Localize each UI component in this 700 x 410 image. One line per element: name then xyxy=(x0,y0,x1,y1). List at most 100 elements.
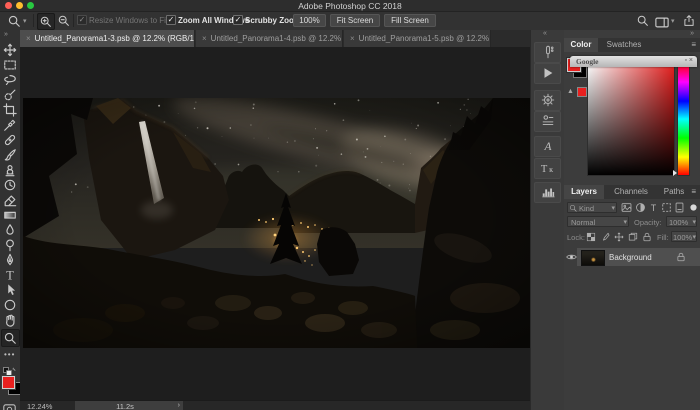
histogram-panel-button[interactable] xyxy=(534,182,561,203)
navigator-panel-button[interactable] xyxy=(534,90,561,111)
canvas-area[interactable] xyxy=(20,47,530,400)
tool-history-brush[interactable] xyxy=(3,178,17,192)
google-window-controls[interactable]: ▫ × xyxy=(684,57,693,64)
window-title: Adobe Photoshop CC 2018 xyxy=(0,1,700,11)
opacity-dropdown[interactable]: 100% ▾ xyxy=(666,216,697,227)
edit-toolbar-ellipsis[interactable]: ••• xyxy=(4,350,15,359)
layer-lock-icon[interactable] xyxy=(676,252,686,262)
tab-paths[interactable]: Paths xyxy=(658,185,690,199)
zoom-in-icon xyxy=(39,15,52,28)
lock-pixels-icon[interactable] xyxy=(600,232,610,242)
opacity-value: 100% xyxy=(669,218,688,227)
tab-swatches[interactable]: Swatches xyxy=(600,38,648,52)
saturation-brightness-field[interactable] xyxy=(588,63,674,175)
tool-blur[interactable] xyxy=(3,223,17,237)
fit-screen-button[interactable]: Fit Screen xyxy=(330,14,380,27)
gamut-swatch[interactable] xyxy=(577,87,587,97)
chevron-down-icon: ▾ xyxy=(611,204,615,212)
tool-ellipse-shape[interactable] xyxy=(3,298,17,312)
glyphs-panel-button[interactable]: Tĸ xyxy=(534,158,561,179)
color-panel-menu-icon[interactable]: ≡ xyxy=(691,42,696,48)
layer-row-background[interactable]: Background xyxy=(564,248,700,266)
tab-layers[interactable]: Layers xyxy=(564,185,604,199)
hue-slider-arrow[interactable] xyxy=(673,170,677,176)
lock-label: Lock: xyxy=(567,233,585,242)
close-tab-icon[interactable]: × xyxy=(20,34,35,43)
color-panel-body: ▲ xyxy=(564,52,700,207)
tool-eyedropper[interactable] xyxy=(3,118,17,132)
visibility-eye-icon[interactable] xyxy=(566,253,577,261)
tool-dodge[interactable] xyxy=(3,238,17,252)
tool-gradient[interactable] xyxy=(3,208,17,222)
actions-panel-button[interactable] xyxy=(534,63,561,84)
collapse-tools-chevron[interactable]: » xyxy=(4,31,8,38)
lock-artboard-icon[interactable] xyxy=(628,232,638,242)
tab-title: Untitled_Panorama1-3.psb @ 12.2% (RGB/16… xyxy=(35,34,195,43)
tab-color[interactable]: Color xyxy=(564,38,598,52)
collapse-panels-chevron[interactable]: » xyxy=(690,30,694,37)
character-panel-button[interactable]: A xyxy=(534,136,561,157)
tool-type[interactable]: T xyxy=(3,268,17,282)
tool-move[interactable] xyxy=(3,43,17,57)
blend-mode-dropdown[interactable]: Normal ▾ xyxy=(567,216,629,227)
filter-adjustment-layers-icon[interactable] xyxy=(635,202,646,213)
panel-group: » Color Swatches ≡ ▲ Layers Channels Pat… xyxy=(564,30,700,410)
histogram-icon xyxy=(541,185,555,199)
filter-smart-objects-icon[interactable] xyxy=(674,202,685,213)
tool-zoom-selected[interactable] xyxy=(1,329,20,347)
hue-slider[interactable] xyxy=(678,63,689,175)
status-timing: 11.2s xyxy=(75,402,175,410)
status-info-field: 11.2s › xyxy=(75,401,183,410)
resize-windows-label: Resize Windows to Fit xyxy=(89,16,168,25)
tool-clone-stamp[interactable] xyxy=(3,163,17,177)
filter-shape-layers-icon[interactable] xyxy=(661,202,672,213)
filter-type-layers-icon[interactable]: T xyxy=(648,202,659,213)
photoshop-window: Adobe Photoshop CC 2018 ▾ ✓ Resize Windo… xyxy=(0,0,700,410)
tab-panorama1-3[interactable]: ×Untitled_Panorama1-3.psb @ 12.2% (RGB/1… xyxy=(20,30,195,47)
tool-hand[interactable] xyxy=(3,313,17,327)
gamut-warning-icon[interactable]: ▲ xyxy=(567,88,574,95)
foreground-color-swatch[interactable] xyxy=(2,376,15,389)
resize-windows-checkbox[interactable]: ✓ xyxy=(77,15,87,25)
clone-source-panel-button[interactable] xyxy=(534,111,561,132)
layers-panel-menu-icon[interactable]: ≡ xyxy=(691,189,696,195)
brush-settings-icon xyxy=(541,45,555,59)
expand-dock-chevron[interactable]: « xyxy=(543,30,547,37)
status-zoom-level[interactable]: 12.24% xyxy=(27,402,52,410)
tool-eraser[interactable] xyxy=(3,193,17,207)
brush-settings-panel-button[interactable] xyxy=(534,42,561,63)
lock-position-icon[interactable] xyxy=(614,232,624,242)
layer-filter-dropdown[interactable]: Kind ▾ xyxy=(567,202,617,213)
quick-mask-icon[interactable] xyxy=(3,402,16,410)
filter-pixel-layers-icon[interactable] xyxy=(621,202,632,213)
google-overlay-window[interactable]: Google ▫ × xyxy=(570,56,697,67)
lock-transparency-icon[interactable] xyxy=(586,232,596,242)
tool-quick-selection[interactable] xyxy=(3,88,17,102)
tab-panorama1-4[interactable]: ×Untitled_Panorama1-4.psb @ 12.2% (La... xyxy=(196,30,343,47)
layer-thumbnail[interactable] xyxy=(581,250,605,266)
document-image-yosemite-night-panorama xyxy=(23,98,530,348)
svg-text:ĸ: ĸ xyxy=(549,165,553,174)
tool-rectangular-marquee[interactable] xyxy=(3,58,17,72)
filter-value: Kind xyxy=(579,204,594,213)
tab-panorama1-5[interactable]: ×Untitled_Panorama1-5.psb @ 12.2% (ra... xyxy=(344,30,491,47)
filter-toggle[interactable] xyxy=(688,202,699,213)
scrubby-zoom-checkbox[interactable]: ✓ xyxy=(233,15,243,25)
zoom-in-button[interactable] xyxy=(37,13,55,30)
tool-spot-healing-brush[interactable] xyxy=(3,133,17,147)
tool-pen[interactable] xyxy=(3,253,17,267)
status-popup-chevron[interactable]: › xyxy=(178,402,180,409)
tab-channels[interactable]: Channels xyxy=(606,185,656,199)
tool-crop[interactable] xyxy=(3,103,17,117)
tool-brush[interactable] xyxy=(3,148,17,162)
zoom-all-windows-checkbox[interactable]: ✓ xyxy=(166,15,176,25)
close-tab-icon[interactable]: × xyxy=(196,34,211,43)
fill-screen-button[interactable]: Fill Screen xyxy=(384,14,436,27)
tool-lasso[interactable] xyxy=(3,73,17,87)
tool-path-selection[interactable] xyxy=(3,283,17,297)
fill-dropdown[interactable]: 100% ▾ xyxy=(671,231,697,242)
zoom-100-button[interactable]: 100% xyxy=(293,14,326,27)
lock-all-icon[interactable] xyxy=(642,232,652,242)
close-tab-icon[interactable]: × xyxy=(344,34,359,43)
document-status-bar: 12.24% 11.2s › xyxy=(20,400,530,410)
